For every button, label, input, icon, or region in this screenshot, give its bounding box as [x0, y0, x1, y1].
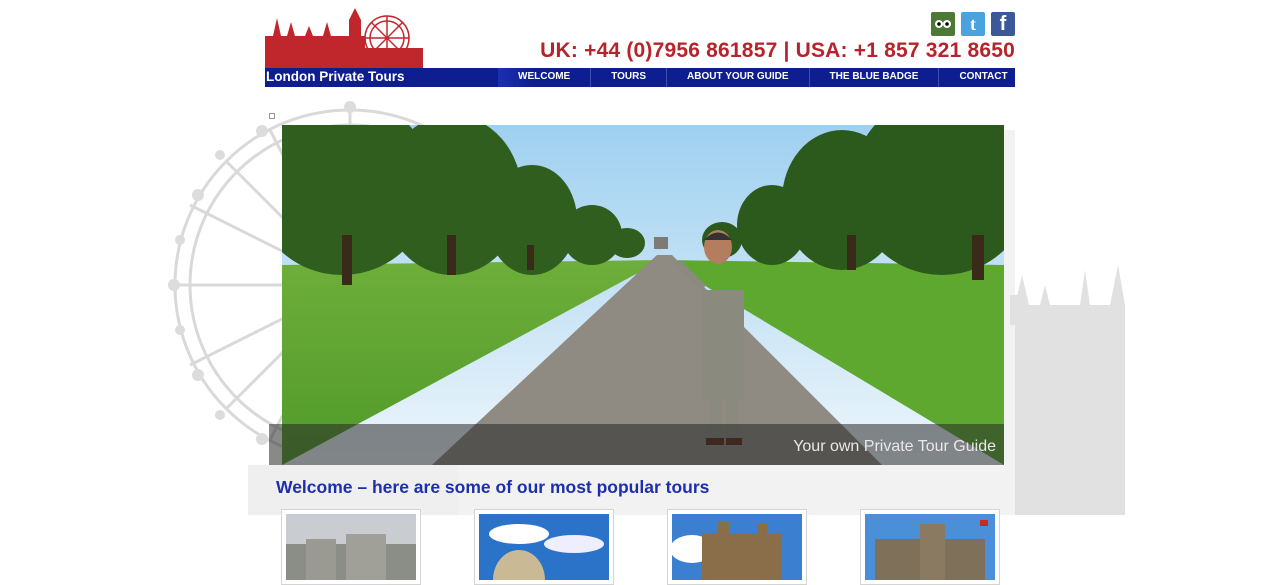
phone-numbers: UK: +44 (0)7956 861857 | USA: +1 857 321…	[540, 39, 1015, 62]
facebook-icon[interactable]: f	[991, 12, 1015, 36]
twitter-icon[interactable]: t	[961, 12, 985, 36]
tripadvisor-icon[interactable]	[931, 12, 955, 36]
popular-tours	[281, 509, 1001, 585]
tour-thumbnail	[672, 514, 802, 580]
social-links: t f	[931, 12, 1015, 36]
tour-card[interactable]	[281, 509, 421, 585]
tour-thumbnail	[865, 514, 995, 580]
tour-thumbnail	[286, 514, 416, 580]
slider-marker	[269, 113, 275, 119]
parliament-background-graphic	[1010, 265, 1125, 515]
main-nav: WELCOME TOURS ABOUT YOUR GUIDE THE BLUE …	[498, 68, 1028, 87]
site-header: t f UK: +44 (0)7956 861857 | USA: +1 857…	[265, 8, 1015, 88]
navigation-bar: London Private Tours WELCOME TOURS ABOUT…	[265, 68, 1015, 87]
welcome-heading: Welcome – here are some of our most popu…	[276, 477, 710, 497]
tour-card[interactable]	[667, 509, 807, 585]
nav-item-the-blue-badge[interactable]: THE BLUE BADGE	[810, 68, 940, 87]
tour-thumbnail	[479, 514, 609, 580]
brand-name[interactable]: London Private Tours	[266, 69, 405, 84]
hero-caption-text: Your own Private Tour Guide	[793, 438, 996, 455]
nav-item-about-your-guide[interactable]: ABOUT YOUR GUIDE	[667, 68, 810, 87]
nav-item-welcome[interactable]: WELCOME	[498, 68, 592, 87]
hero-photo	[282, 125, 1004, 465]
hero-slideshow-image[interactable]	[282, 125, 1004, 465]
tour-card[interactable]	[474, 509, 614, 585]
nav-item-tours[interactable]: TOURS	[591, 68, 668, 87]
hero-caption-bar: Your own Private Tour Guide	[269, 424, 1004, 465]
london-skyline-logo[interactable]	[265, 8, 425, 70]
tour-card[interactable]	[860, 509, 1000, 585]
nav-item-contact[interactable]: CONTACT	[939, 68, 1027, 87]
